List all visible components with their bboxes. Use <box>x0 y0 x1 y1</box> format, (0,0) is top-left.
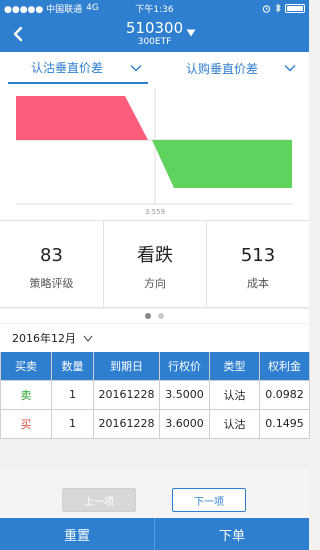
strategy-tabs: 认沽垂直价差 认购垂直价差 <box>0 52 309 84</box>
col-header-type: 类型 <box>209 352 260 381</box>
chevron-down-icon <box>83 335 93 342</box>
month-selector[interactable]: 2016年12月 <box>0 324 309 352</box>
pager-dots <box>0 309 309 323</box>
metric-value: 513 <box>240 245 276 266</box>
metric-label: 策略评级 <box>29 277 74 290</box>
premium-cell: 0.0982 <box>259 379 310 410</box>
page-dot[interactable] <box>158 313 164 319</box>
strike-cell: 3.5000 <box>159 379 210 410</box>
side-cell: 卖 <box>0 379 52 410</box>
col-header-side: 买卖 <box>0 352 52 381</box>
triangle-down-icon[interactable] <box>186 29 196 37</box>
side-cell: 买 <box>0 408 52 439</box>
metric-label: 方向 <box>144 277 166 290</box>
nav-title[interactable]: 510300 300ETF <box>0 19 309 48</box>
chevron-down-icon <box>284 65 296 72</box>
prev-item-button[interactable]: 上一项 <box>62 488 136 512</box>
quantity-cell: 1 <box>51 379 94 410</box>
profit-area <box>16 96 148 140</box>
nav-bar: 510300 300ETF <box>0 16 309 52</box>
col-header-strike: 行权价 <box>159 352 210 381</box>
table-row[interactable]: 买 1 20161228 3.6000 认沽 0.1495 <box>0 408 310 439</box>
tab-label: 认沽垂直价差 <box>31 60 104 75</box>
col-header-quantity: 数量 <box>51 352 94 381</box>
payoff-chart-svg: 3.559 <box>16 88 292 216</box>
quantity-cell: 1 <box>51 408 94 439</box>
type-cell: 认沽 <box>209 379 260 410</box>
type-cell: 认沽 <box>209 408 260 439</box>
table-header-row: 买卖 数量 到期日 行权价 类型 权利金 <box>0 352 310 381</box>
metric-direction: 看跌 方向 <box>103 221 206 309</box>
chevron-down-icon <box>130 65 142 72</box>
underlying-name: 300ETF <box>137 37 172 47</box>
battery-icon <box>285 3 305 13</box>
metric-rating: 83 策略评级 <box>0 221 103 309</box>
metric-cost: 513 成本 <box>206 221 309 309</box>
battery-fill <box>287 5 303 11</box>
metric-value: 看跌 <box>137 245 173 266</box>
metric-value: 83 <box>40 245 63 266</box>
payoff-chart: 3.559 <box>0 84 309 220</box>
footer-bar: 重置 下单 <box>0 518 309 550</box>
status-bar: ●●●●● 中国联通 4G 下午1:36 <box>0 0 309 16</box>
expiry-cell: 20161228 <box>93 379 160 410</box>
metric-label: 成本 <box>247 277 269 290</box>
reset-button[interactable]: 重置 <box>0 518 154 550</box>
loss-area <box>152 140 292 188</box>
next-item-button[interactable]: 下一项 <box>172 488 246 512</box>
strike-cell: 3.6000 <box>159 408 210 439</box>
status-time: 下午1:36 <box>135 4 174 15</box>
underlying-code: 510300 <box>125 19 184 37</box>
col-header-premium: 权利金 <box>259 352 310 381</box>
tab-put-vertical-spread[interactable]: 认沽垂直价差 <box>8 52 148 84</box>
metrics-panel: 83 策略评级 看跌 方向 513 成本 <box>0 220 309 309</box>
month-value: 2016年12月 <box>12 332 76 345</box>
legs-table: 买卖 数量 到期日 行权价 类型 权利金 卖 1 20161228 3.5000… <box>0 352 310 439</box>
breakeven-tick-label: 3.559 <box>145 208 165 216</box>
col-header-expiry: 到期日 <box>93 352 160 381</box>
tab-call-vertical-spread[interactable]: 认购垂直价差 <box>164 52 304 84</box>
premium-cell: 0.1495 <box>259 408 310 439</box>
table-row[interactable]: 卖 1 20161228 3.5000 认沽 0.0982 <box>0 379 310 410</box>
place-order-button[interactable]: 下单 <box>154 518 309 550</box>
tab-label: 认购垂直价差 <box>186 61 259 76</box>
item-navigation: 上一项 下一项 <box>0 468 309 518</box>
page-dot-active[interactable] <box>145 313 151 319</box>
expiry-cell: 20161228 <box>93 408 160 439</box>
